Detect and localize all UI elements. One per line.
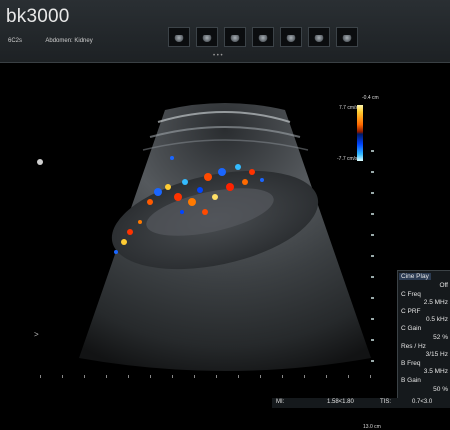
- panel-value-res-hz[interactable]: 3/15 Hz: [426, 351, 448, 358]
- mi-label: MI:: [276, 399, 285, 405]
- mi-value: 1.58<1.80: [327, 399, 354, 405]
- top-header-bar: bk3000 6C2s Abdomen: Kidney • • •: [0, 0, 450, 63]
- thumbnail-7[interactable]: [336, 27, 358, 47]
- thumbnail-2[interactable]: [196, 27, 218, 47]
- brand-logo: bk3000: [6, 6, 70, 27]
- settings-panel: Cine Play Off C Freq 2.5 MHz C PRF 0.5 k…: [397, 270, 450, 399]
- orientation-marker: [37, 159, 43, 165]
- panel-value-cine-play[interactable]: Off: [439, 282, 448, 289]
- panel-label-c-gain[interactable]: C Gain: [401, 325, 421, 332]
- thumbnail-3[interactable]: [224, 27, 246, 47]
- side-marker: >: [34, 330, 39, 339]
- depth-label: 13.0 cm: [363, 424, 381, 430]
- panel-value-c-prf[interactable]: 0.5 kHz: [426, 316, 448, 323]
- thumbnail-6[interactable]: [308, 27, 330, 47]
- thumbnail-5[interactable]: [280, 27, 302, 47]
- panel-value-c-gain[interactable]: 52 %: [433, 334, 448, 341]
- thumbnail-1[interactable]: [168, 27, 190, 47]
- panel-value-c-freq[interactable]: 2.5 MHz: [424, 299, 448, 306]
- scale-top-label: -0.4 cm: [362, 95, 379, 101]
- scale-negative-velocity: -7.7 cm/s: [337, 156, 358, 162]
- probe-preset-info: 6C2s Abdomen: Kidney: [8, 38, 115, 44]
- probe-label: 6C2s: [8, 38, 23, 44]
- color-bar: [357, 105, 363, 161]
- panel-value-b-freq[interactable]: 3.5 MHz: [424, 368, 448, 375]
- tis-label: TIS:: [380, 399, 392, 405]
- preset-label: Abdomen: Kidney: [45, 38, 93, 44]
- acoustic-output-status: MI: 1.58<1.80 TIS: 0.7<3.0: [272, 398, 450, 408]
- color-velocity-scale: -0.4 cm 7.7 cm/s -7.7 cm/s: [337, 95, 388, 167]
- scale-positive-velocity: 7.7 cm/s: [339, 105, 358, 111]
- thumbnail-4[interactable]: [252, 27, 274, 47]
- tis-value: 0.7<3.0: [412, 399, 433, 405]
- cine-thumbnail-strip: [168, 27, 358, 47]
- panel-label-c-prf[interactable]: C PRF: [401, 308, 421, 315]
- depth-scale-ticks: [371, 150, 375, 365]
- thumbnail-more-indicator[interactable]: • • •: [213, 53, 223, 59]
- panel-label-cine-play[interactable]: Cine Play: [399, 273, 431, 280]
- lateral-scale-ticks: [40, 375, 371, 381]
- panel-value-b-gain[interactable]: 50 %: [433, 386, 448, 393]
- panel-label-b-gain[interactable]: B Gain: [401, 377, 421, 384]
- panel-label-b-freq[interactable]: B Freq: [401, 360, 421, 367]
- panel-label-c-freq[interactable]: C Freq: [401, 291, 421, 298]
- panel-label-res-hz[interactable]: Res / Hz: [401, 343, 426, 350]
